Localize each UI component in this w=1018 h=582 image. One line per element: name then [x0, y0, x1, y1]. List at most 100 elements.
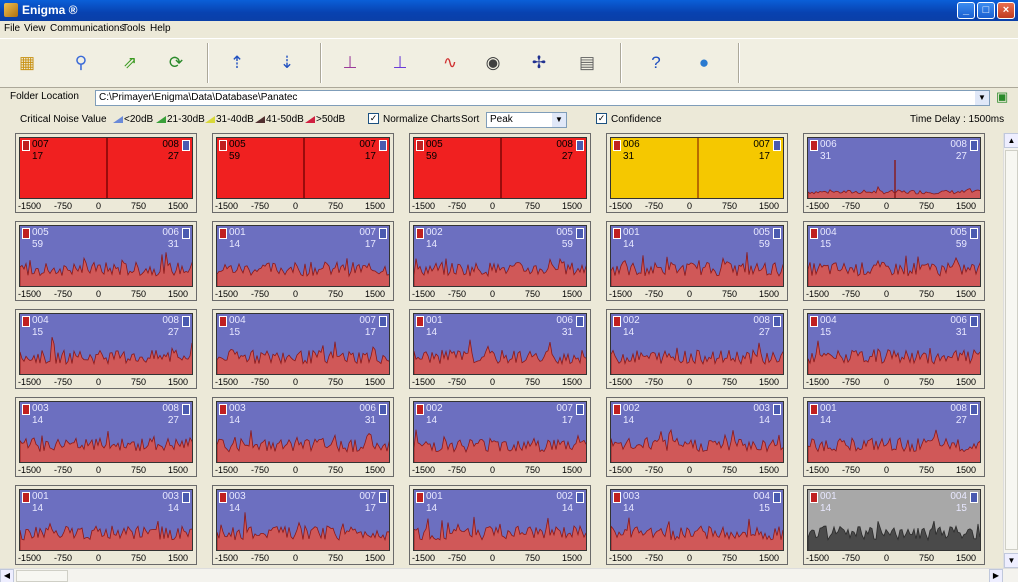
correlation-chart[interactable]: 005 007 59 17 -1500 -750 0 750 1500: [212, 133, 394, 213]
x-tick-label: -750: [842, 289, 861, 299]
maximize-button[interactable]: □: [977, 2, 995, 19]
menu-help[interactable]: Help: [150, 23, 171, 34]
correlation-chart[interactable]: 005 006 59 31 -1500 -750 0 750 1500: [15, 221, 197, 301]
correlation-chart[interactable]: 001 007 14 17 -1500 -750 0 750 1500: [212, 221, 394, 301]
left-noise-value: 14: [623, 503, 635, 514]
x-tick-label: 0: [96, 465, 102, 475]
correlation-chart[interactable]: 007 008 17 27 -1500 -750 0 750 1500: [15, 133, 197, 213]
sensor-red-icon: [613, 404, 621, 415]
toolbar-separator: [738, 43, 740, 83]
download-sensors-icon[interactable]: ⇣: [272, 48, 302, 78]
correlation-chart[interactable]: 005 008 59 27 -1500 -750 0 750 1500: [409, 133, 591, 213]
correlation-chart[interactable]: 003 008 14 27 -1500 -750 0 750 1500: [15, 397, 197, 477]
network-graph-icon[interactable]: ✢: [524, 48, 554, 78]
close-button[interactable]: ×: [997, 2, 1015, 19]
x-tick-label: 1500: [168, 201, 189, 211]
help-icon[interactable]: ?: [641, 48, 671, 78]
minimize-button[interactable]: _: [957, 2, 975, 19]
multi-peak-chart-icon[interactable]: ⊥: [335, 48, 365, 78]
menu-view[interactable]: View: [24, 23, 46, 34]
x-tick-label: -1500: [806, 201, 830, 211]
search-icon[interactable]: ⚲: [66, 48, 96, 78]
correlation-chart[interactable]: 003 007 14 17 -1500 -750 0 750 1500: [212, 485, 394, 565]
world-icon[interactable]: ●: [689, 48, 719, 78]
scroll-thumb[interactable]: [16, 570, 68, 582]
x-tick-label: -750: [251, 289, 270, 299]
chart-x-axis: -1500 -750 0 750 1500: [804, 377, 986, 388]
x-tick-label: 0: [490, 553, 496, 563]
right-sensor-id: 007: [359, 139, 376, 150]
x-tick-label: 0: [687, 289, 693, 299]
chevron-down-icon[interactable]: ▼: [552, 113, 566, 127]
menu-communications[interactable]: Communications: [50, 23, 124, 34]
chart-plot-area: 002 008 14 27: [610, 313, 784, 375]
x-tick-label: -1500: [18, 289, 42, 299]
x-tick-label: 750: [328, 201, 344, 211]
correlation-chart[interactable]: 001 008 14 27 -1500 -750 0 750 1500: [803, 397, 985, 477]
x-tick-label: 1500: [168, 553, 189, 563]
correlation-chart[interactable]: 002 008 14 27 -1500 -750 0 750 1500: [606, 309, 788, 389]
correlation-chart[interactable]: 002 005 14 59 -1500 -750 0 750 1500: [409, 221, 591, 301]
correlation-chart[interactable]: 003 004 14 15 -1500 -750 0 750 1500: [606, 485, 788, 565]
right-sensor-id: 004: [950, 491, 967, 502]
correlation-chart[interactable]: 003 006 14 31 -1500 -750 0 750 1500: [212, 397, 394, 477]
refresh-icon[interactable]: ⟳: [161, 48, 191, 78]
scroll-left-icon[interactable]: ◀: [0, 569, 14, 582]
chart-x-axis: -1500 -750 0 750 1500: [410, 465, 592, 476]
correlation-chart[interactable]: 002 003 14 14 -1500 -750 0 750 1500: [606, 397, 788, 477]
single-peak-chart-icon[interactable]: ⊥: [385, 48, 415, 78]
menu-tools[interactable]: Tools: [122, 23, 145, 34]
left-noise-value: 14: [426, 327, 438, 338]
correlation-chart[interactable]: 006 007 31 17 -1500 -750 0 750 1500: [606, 133, 788, 213]
chart-x-axis: -1500 -750 0 750 1500: [410, 377, 592, 388]
export-icon[interactable]: ⇗: [115, 48, 145, 78]
scroll-right-icon[interactable]: ▶: [989, 569, 1003, 582]
left-noise-value: 15: [229, 327, 241, 338]
waveform-chart-icon[interactable]: ∿: [435, 48, 465, 78]
x-tick-label: -1500: [215, 553, 239, 563]
right-sensor-id: 007: [359, 227, 376, 238]
sort-select[interactable]: Peak ▼: [486, 112, 567, 128]
correlation-chart[interactable]: 001 006 14 31 -1500 -750 0 750 1500: [409, 309, 591, 389]
sensor-blue-icon: [970, 316, 978, 327]
left-sensor-id: 002: [623, 403, 640, 414]
correlation-chart[interactable]: 001 002 14 14 -1500 -750 0 750 1500: [409, 485, 591, 565]
correlation-chart[interactable]: 004 005 15 59 -1500 -750 0 750 1500: [803, 221, 985, 301]
chevron-down-icon[interactable]: ▼: [975, 91, 989, 105]
open-folder-icon[interactable]: ▦: [12, 48, 42, 78]
scroll-up-icon[interactable]: ▲: [1004, 133, 1018, 148]
scroll-thumb[interactable]: [1005, 150, 1018, 550]
correlation-chart[interactable]: 006 008 31 27 -1500 -750 0 750 1500: [803, 133, 985, 213]
correlation-chart[interactable]: 002 007 14 17 -1500 -750 0 750 1500: [409, 397, 591, 477]
x-tick-label: 0: [687, 553, 693, 563]
toolbar-separator: [620, 43, 622, 83]
right-noise-value: 59: [758, 239, 770, 250]
upload-sensors-icon[interactable]: ⇡: [222, 48, 252, 78]
normalize-charts-checkbox[interactable]: ✓: [368, 113, 379, 124]
x-tick-label: -1500: [412, 553, 436, 563]
correlation-chart[interactable]: 001 005 14 59 -1500 -750 0 750 1500: [606, 221, 788, 301]
menu-file[interactable]: File: [4, 23, 20, 34]
left-sensor-id: 004: [32, 315, 49, 326]
vertical-scrollbar[interactable]: ▲ ▼: [1003, 133, 1018, 568]
folder-path-combobox[interactable]: C:\Primayer\Enigma\Data\Database\Panatec…: [95, 90, 990, 106]
sensor-red-icon: [810, 492, 818, 503]
x-tick-label: 750: [919, 465, 935, 475]
correlation-chart[interactable]: 004 008 15 27 -1500 -750 0 750 1500: [15, 309, 197, 389]
right-sensor-id: 006: [556, 315, 573, 326]
correlation-chart[interactable]: 001 003 14 14 -1500 -750 0 750 1500: [15, 485, 197, 565]
chart-plot-area: 001 002 14 14: [413, 489, 587, 551]
printer-icon[interactable]: ▤: [572, 48, 602, 78]
sensor-blue-icon: [182, 404, 190, 415]
scroll-down-icon[interactable]: ▼: [1004, 553, 1018, 568]
confidence-checkbox[interactable]: ✓: [596, 113, 607, 124]
correlation-chart[interactable]: 004 006 15 31 -1500 -750 0 750 1500: [803, 309, 985, 389]
browse-folder-icon[interactable]: ▣: [996, 90, 1012, 104]
left-sensor-id: 005: [426, 139, 443, 150]
speaker-icon[interactable]: ◉: [478, 48, 508, 78]
sensor-red-icon: [613, 492, 621, 503]
correlation-chart[interactable]: 004 007 15 17 -1500 -750 0 750 1500: [212, 309, 394, 389]
correlation-chart[interactable]: 001 004 14 15 -1500 -750 0 750 1500: [803, 485, 985, 565]
legend-triangle-icon: [205, 116, 215, 123]
horizontal-scrollbar[interactable]: ◀ ▶: [0, 568, 1018, 582]
